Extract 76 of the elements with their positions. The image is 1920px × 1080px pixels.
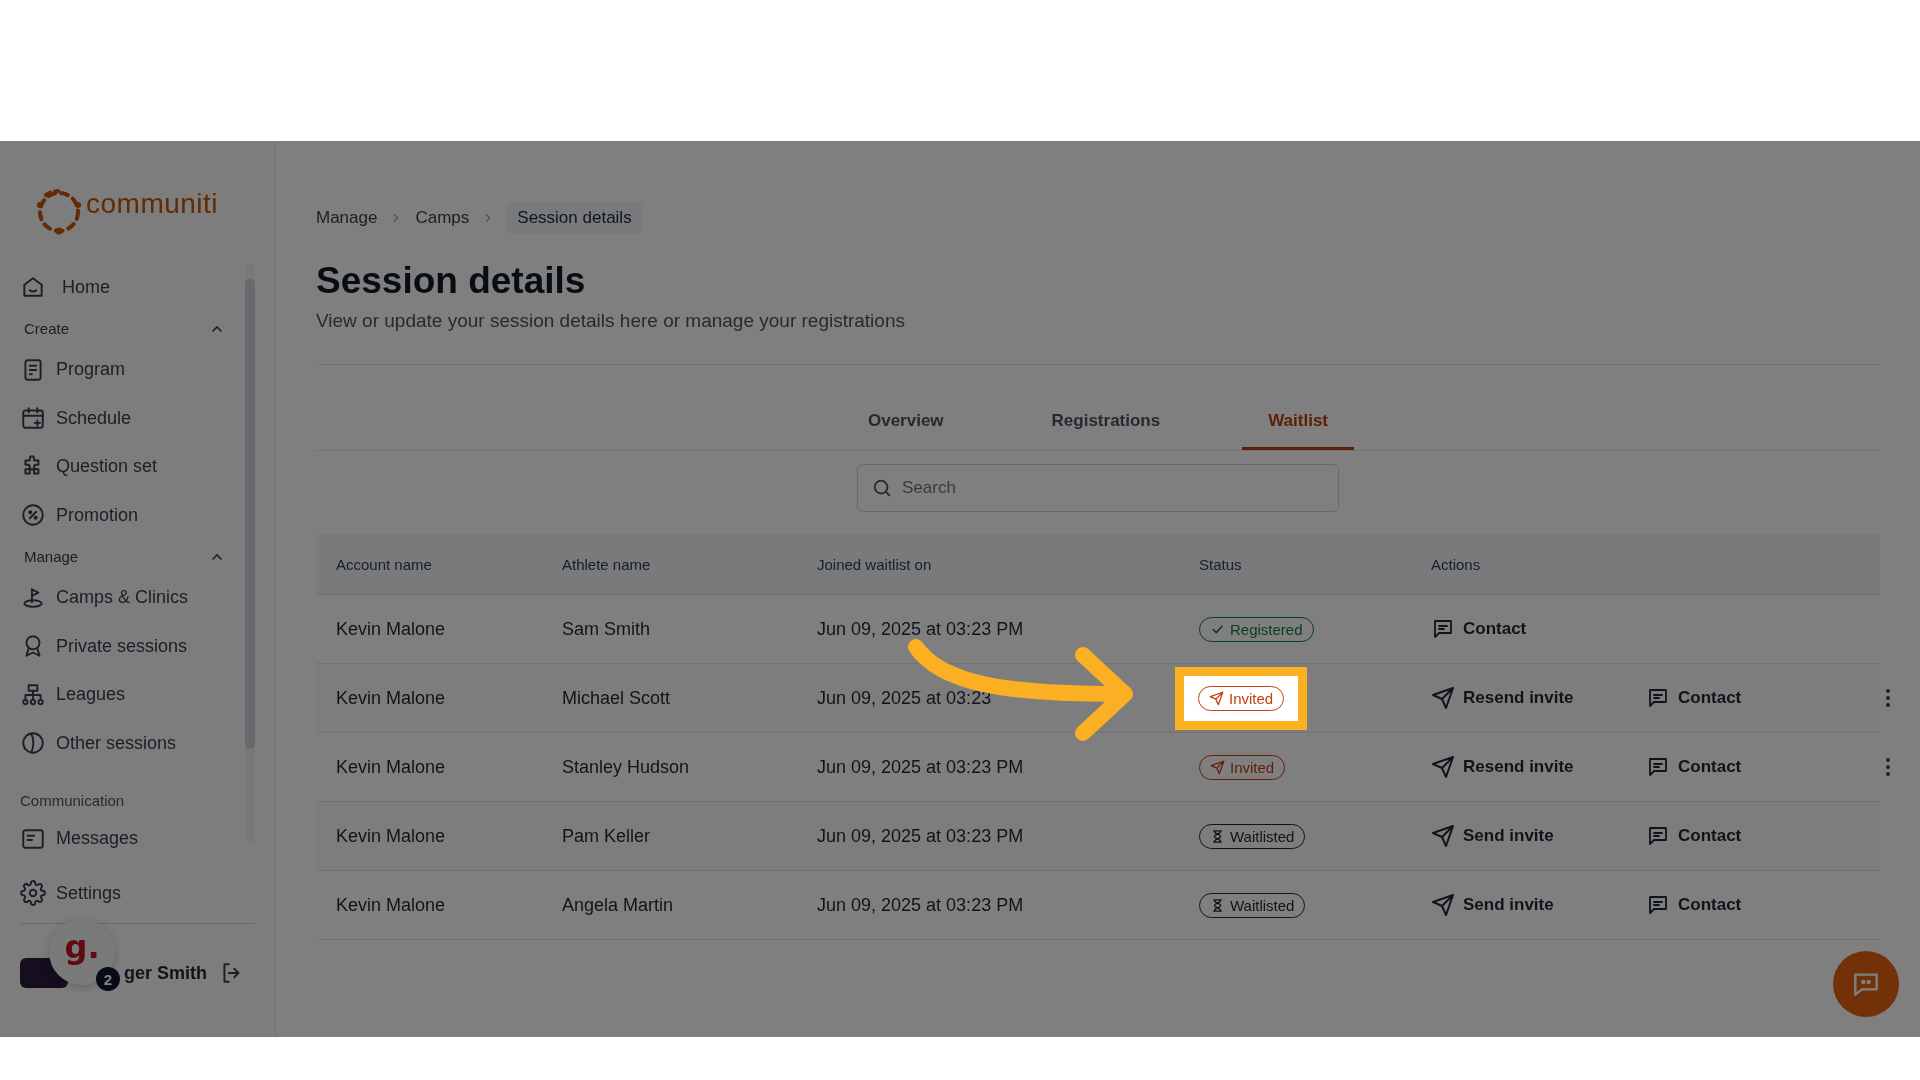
page-title: Session details: [316, 260, 587, 302]
invite-button[interactable]: Resend invite: [1431, 755, 1646, 779]
more-icon[interactable]: [1885, 757, 1891, 777]
breadcrumb-link[interactable]: Manage: [316, 202, 378, 234]
nav-item[interactable]: Schedule: [20, 394, 239, 443]
nav-item[interactable]: Private sessions: [20, 622, 239, 671]
hierarchy-icon: [20, 681, 46, 708]
tab[interactable]: Waitlist: [1242, 411, 1355, 450]
contact-button[interactable]: Contact: [1646, 824, 1858, 848]
nav-item[interactable]: Leagues: [20, 670, 239, 720]
table-cell-text: Jun 09, 2025 at 03:23: [817, 687, 993, 709]
table-cell-text: Kevin Malone: [336, 894, 447, 916]
nav-item[interactable]: Question set: [20, 442, 239, 492]
tab[interactable]: Registrations: [1025, 411, 1187, 450]
column-header: Joined waitlist on: [817, 555, 933, 573]
search-icon: [871, 477, 893, 499]
section-header: Communication: [20, 790, 126, 811]
table-cell-text: Jun 09, 2025 at 03:23 PM: [817, 756, 1025, 778]
user-name: ger Smith: [124, 962, 207, 984]
nav-item[interactable]: Camps & Clinics: [20, 573, 239, 623]
calendar-plus-icon: [20, 405, 46, 432]
column-header: Status: [1199, 555, 1243, 573]
breadcrumb-link[interactable]: Session details: [507, 202, 642, 234]
tab[interactable]: Overview: [841, 411, 970, 450]
paper-plane-icon: [1431, 893, 1455, 917]
table-cell-text: Kevin Malone: [336, 756, 447, 778]
invite-button[interactable]: Send invite: [1431, 824, 1646, 848]
column-header: Athlete name: [562, 555, 652, 573]
nav-item[interactable]: Promotion: [20, 491, 239, 540]
column-header: Actions: [1431, 555, 1482, 573]
paper-plane-icon: [1431, 686, 1455, 710]
settings-icon: [20, 880, 46, 906]
table-cell-text: Jun 09, 2025 at 03:23 PM: [817, 618, 1025, 640]
chat-icon: [1646, 824, 1670, 848]
breadcrumb-link[interactable]: Camps: [415, 202, 470, 234]
contact-button[interactable]: Contact: [1431, 617, 1643, 641]
table-cell-text: Kevin Malone: [336, 687, 447, 709]
discount-icon: [20, 502, 46, 529]
contact-button[interactable]: Contact: [1646, 893, 1858, 917]
contact-button[interactable]: Contact: [1646, 755, 1858, 779]
table-cell-text: Sam Smith: [562, 618, 652, 640]
circle-icon: [20, 730, 46, 757]
contact-button[interactable]: Contact: [1646, 686, 1858, 710]
chat-icon: [1646, 755, 1670, 779]
logo-icon: [34, 187, 84, 237]
hourglass-icon: [1210, 897, 1225, 913]
nav-item[interactable]: Other sessions: [20, 719, 239, 768]
page-subtitle: View or update your session details here or manage your registrations: [316, 310, 906, 332]
table-cell-text: Kevin Malone: [336, 618, 447, 640]
column-header: Account name: [336, 555, 433, 573]
nav-item[interactable]: Messages: [20, 814, 239, 863]
table-cell-text: Pam Keller: [562, 825, 652, 847]
table-cell-text: Michael Scott: [562, 687, 672, 709]
chat-icon: [1646, 893, 1670, 917]
paper-plane-icon: [1431, 755, 1455, 779]
brand-name: communiti: [86, 188, 219, 220]
table-cell-text: Jun 09, 2025 at 03:23 PM: [817, 894, 1025, 916]
chat-icon: [1431, 617, 1455, 641]
chat-icon: [1646, 686, 1670, 710]
table-cell-text: Kevin Malone: [336, 825, 447, 847]
invite-button[interactable]: Send invite: [1431, 893, 1646, 917]
table-cell-text: Stanley Hudson: [562, 756, 691, 778]
paper-plane-icon: [1431, 824, 1455, 848]
notification-count: 2: [96, 967, 120, 991]
table-cell-text: Jun 09, 2025 at 03:23 PM: [817, 825, 1025, 847]
nav-item[interactable]: Program: [20, 345, 239, 395]
table-cell-text: Angela Martin: [562, 894, 675, 916]
hourglass-icon: [1210, 828, 1225, 844]
invite-button[interactable]: Resend invite: [1431, 686, 1646, 710]
search-field[interactable]: Search: [857, 464, 1339, 512]
nav-item[interactable]: Home: [20, 263, 239, 312]
paper-plane-icon: [1209, 690, 1224, 706]
paper-plane-icon: [1210, 759, 1225, 775]
section-header[interactable]: Create: [20, 311, 239, 346]
more-icon[interactable]: [1885, 688, 1891, 708]
section-header[interactable]: Manage: [20, 539, 239, 574]
